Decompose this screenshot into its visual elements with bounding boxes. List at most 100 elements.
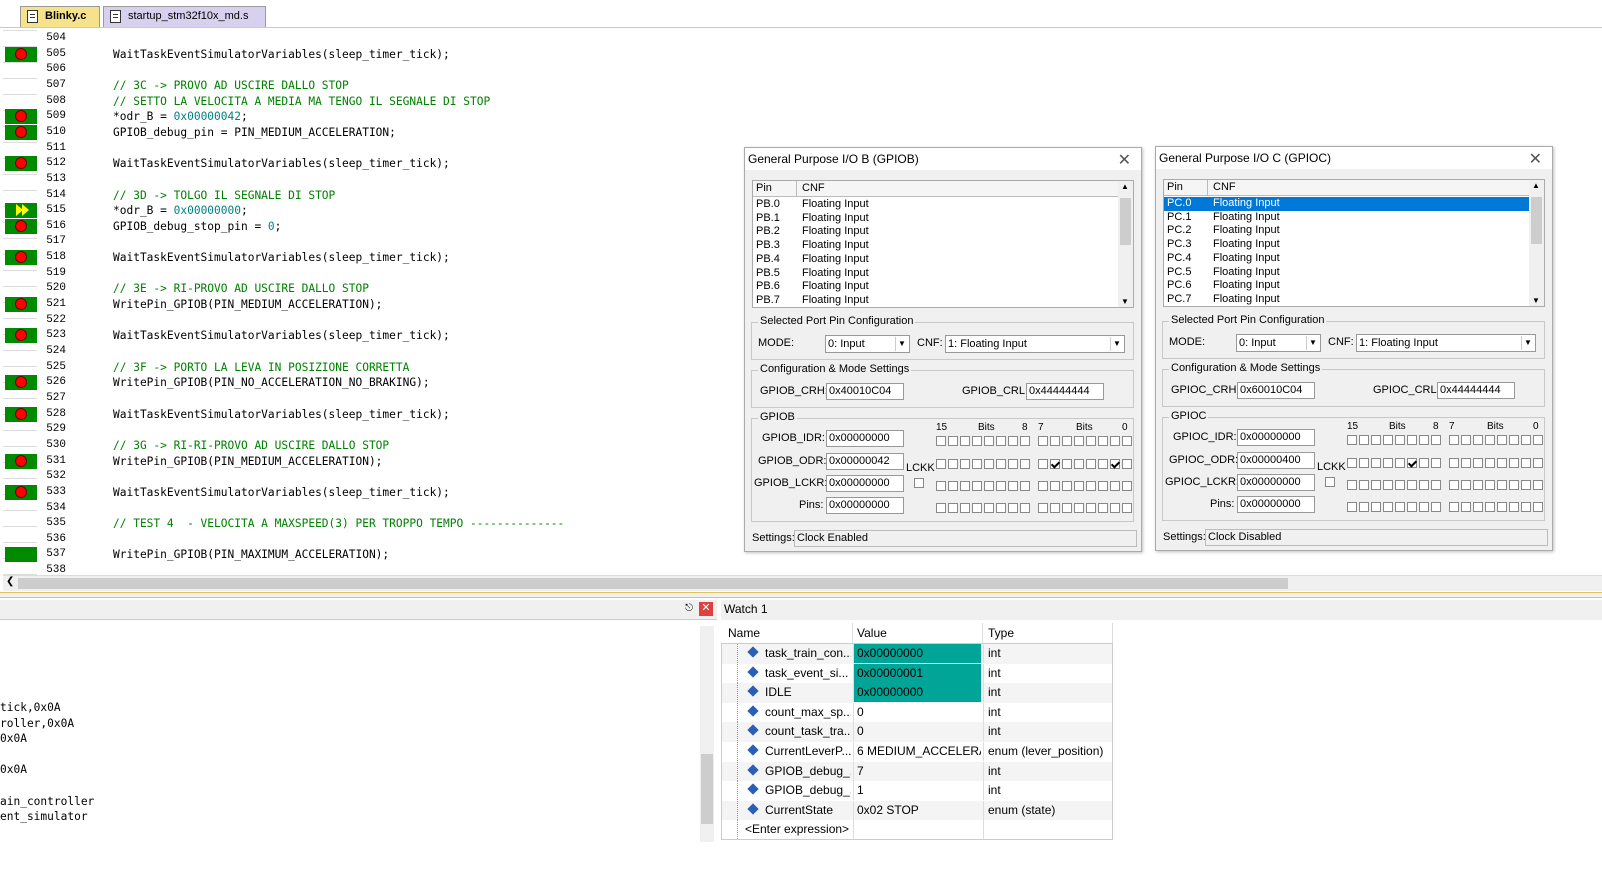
breakpoint-cell[interactable]	[5, 328, 37, 344]
scroll-up-icon[interactable]: ▲	[1121, 182, 1129, 191]
bit-checkbox[interactable]	[1485, 502, 1495, 512]
bit-checkbox[interactable]	[1431, 480, 1441, 490]
code-text[interactable]: WaitTaskEventSimulatorVariables(sleep_ti…	[113, 486, 450, 499]
bit-checkbox[interactable]	[960, 436, 970, 446]
watch-name[interactable]: GPIOB_debug_...	[765, 781, 851, 800]
watch-value[interactable]: 6 MEDIUM_ACCELERA...	[853, 742, 981, 761]
scroll-down-icon[interactable]: ▼	[1121, 297, 1129, 306]
bit-checkbox[interactable]	[960, 459, 970, 469]
mode-select[interactable]: 0: Input ▼	[825, 335, 910, 353]
code-text[interactable]: WritePin_GPIOB(PIN_NO_ACCELERATION_NO_BR…	[113, 376, 430, 389]
scroll-up-icon[interactable]: ▲	[1532, 181, 1540, 190]
watch-row[interactable]: CurrentLeverP... 6 MEDIUM_ACCELERA... en…	[721, 742, 1113, 762]
breakpoint-cell[interactable]	[5, 469, 37, 484]
bit-checkbox[interactable]	[1347, 435, 1357, 445]
bit-checkbox[interactable]	[1008, 459, 1018, 469]
bit-checkbox[interactable]	[1086, 503, 1096, 513]
watch-row[interactable]: GPIOB_debug_... 1 int	[721, 781, 1113, 801]
enter-expression[interactable]: <Enter expression>	[745, 820, 851, 839]
bit-checkbox[interactable]	[996, 436, 1006, 446]
bit-checkbox[interactable]	[1431, 435, 1441, 445]
bit-checkbox[interactable]	[1038, 481, 1048, 491]
pin-row[interactable]: PC.0 Floating Input	[1164, 197, 1530, 211]
code-text[interactable]: WaitTaskEventSimulatorVariables(sleep_ti…	[113, 408, 450, 421]
bit-checkbox[interactable]	[1407, 435, 1417, 445]
bit-checkbox[interactable]	[1359, 480, 1369, 490]
bit-checkbox[interactable]	[1038, 503, 1048, 513]
watch-row[interactable]: task_event_si... 0x00000001 int	[721, 663, 1113, 684]
watch-name[interactable]: count_max_sp...	[765, 703, 851, 722]
bit-checkbox[interactable]	[1050, 436, 1060, 446]
watch-value[interactable]: 1	[853, 781, 981, 801]
breakpoint-cell[interactable]	[5, 188, 37, 203]
watch-enter-expression-row[interactable]: <Enter expression>	[721, 820, 1113, 840]
breakpoint-cell[interactable]	[5, 124, 37, 140]
code-text[interactable]: WritePin_GPIOB(PIN_MEDIUM_ACCELERATION);	[113, 455, 382, 468]
cnf-select[interactable]: 1: Floating Input ▼	[1356, 334, 1536, 352]
bit-checkbox[interactable]	[1122, 503, 1132, 513]
col-cnf[interactable]: CNF	[802, 181, 825, 196]
bit-checkbox[interactable]	[1461, 435, 1471, 445]
watch-row[interactable]: GPIOB_debug_... 7 int	[721, 761, 1113, 782]
bit-checkbox[interactable]	[1395, 458, 1405, 468]
bit-checkbox[interactable]	[1050, 503, 1060, 513]
bit-checkbox[interactable]	[936, 436, 946, 446]
breakpoint-icon[interactable]	[15, 454, 27, 467]
lckr-field[interactable]: 0x00000000	[1237, 474, 1315, 491]
bit-checkbox[interactable]	[1431, 458, 1441, 468]
bit-checkbox[interactable]	[1521, 480, 1531, 490]
breakpoint-cell[interactable]	[5, 141, 37, 156]
breakpoint-cell[interactable]	[5, 46, 37, 62]
pin-row[interactable]: PB.5 Floating Input	[753, 267, 1119, 281]
breakpoint-cell[interactable]	[5, 250, 37, 266]
bit-checkbox[interactable]	[1371, 458, 1381, 468]
bit-checkbox[interactable]	[1020, 436, 1030, 446]
bit-checkbox[interactable]	[948, 436, 958, 446]
bit-checkbox[interactable]	[1509, 435, 1519, 445]
pin-row[interactable]: PC.6 Floating Input	[1164, 279, 1530, 293]
bit-checkbox[interactable]	[1086, 436, 1096, 446]
tab-blinky-c[interactable]: Blinky.c	[20, 6, 100, 27]
bit-checkbox[interactable]	[1020, 503, 1030, 513]
bit-checkbox[interactable]	[996, 481, 1006, 491]
close-icon[interactable]: ✕	[1118, 150, 1131, 170]
bit-checkbox[interactable]	[1098, 436, 1108, 446]
pin-row[interactable]: PB.7 Floating Input	[753, 294, 1119, 308]
bit-checkbox[interactable]	[996, 503, 1006, 513]
bit-checkbox[interactable]	[1533, 480, 1543, 490]
odr-field[interactable]: 0x00000400	[1237, 452, 1315, 469]
pin-list-scrollbar[interactable]: ▲ ▼	[1529, 180, 1544, 306]
breakpoint-cell[interactable]	[5, 313, 37, 328]
bit-checkbox[interactable]	[1086, 481, 1096, 491]
bit-checkbox[interactable]	[1110, 459, 1120, 469]
bit-checkbox[interactable]	[1098, 503, 1108, 513]
bit-checkbox[interactable]	[1431, 502, 1441, 512]
watch-row[interactable]: count_max_sp... 0 int	[721, 702, 1113, 723]
scroll-left-icon[interactable]: ❮	[6, 576, 14, 587]
pins-field[interactable]: 0x00000000	[826, 497, 904, 514]
bit-checkbox[interactable]	[1020, 481, 1030, 491]
watch-col-type[interactable]: Type	[983, 623, 1113, 643]
watch-row[interactable]: CurrentState 0x02 STOP enum (state)	[721, 800, 1113, 821]
watch-name[interactable]: IDLE	[765, 683, 851, 702]
watch-col-name[interactable]: Name	[721, 623, 853, 643]
bit-checkbox[interactable]	[1533, 458, 1543, 468]
breakpoint-cell[interactable]	[5, 547, 37, 563]
breakpoint-cell[interactable]	[5, 172, 37, 187]
code-text[interactable]: GPIOB_debug_stop_pin = 0;	[113, 220, 281, 233]
bit-checkbox[interactable]	[948, 459, 958, 469]
bit-checkbox[interactable]	[1407, 480, 1417, 490]
lckk-checkbox[interactable]	[914, 478, 924, 488]
close-icon[interactable]: ✕	[1529, 149, 1542, 169]
bit-checkbox[interactable]	[1407, 502, 1417, 512]
odr-field[interactable]: 0x00000042	[826, 453, 904, 470]
col-cnf[interactable]: CNF	[1213, 180, 1236, 195]
bit-checkbox[interactable]	[948, 503, 958, 513]
bit-checkbox[interactable]	[1383, 502, 1393, 512]
breakpoint-icon[interactable]	[15, 110, 27, 123]
bit-checkbox[interactable]	[1509, 480, 1519, 490]
code-text[interactable]: WaitTaskEventSimulatorVariables(sleep_ti…	[113, 157, 450, 170]
watch-col-value[interactable]: Value	[853, 623, 983, 643]
pins-field[interactable]: 0x00000000	[1237, 496, 1315, 513]
bit-checkbox[interactable]	[984, 436, 994, 446]
